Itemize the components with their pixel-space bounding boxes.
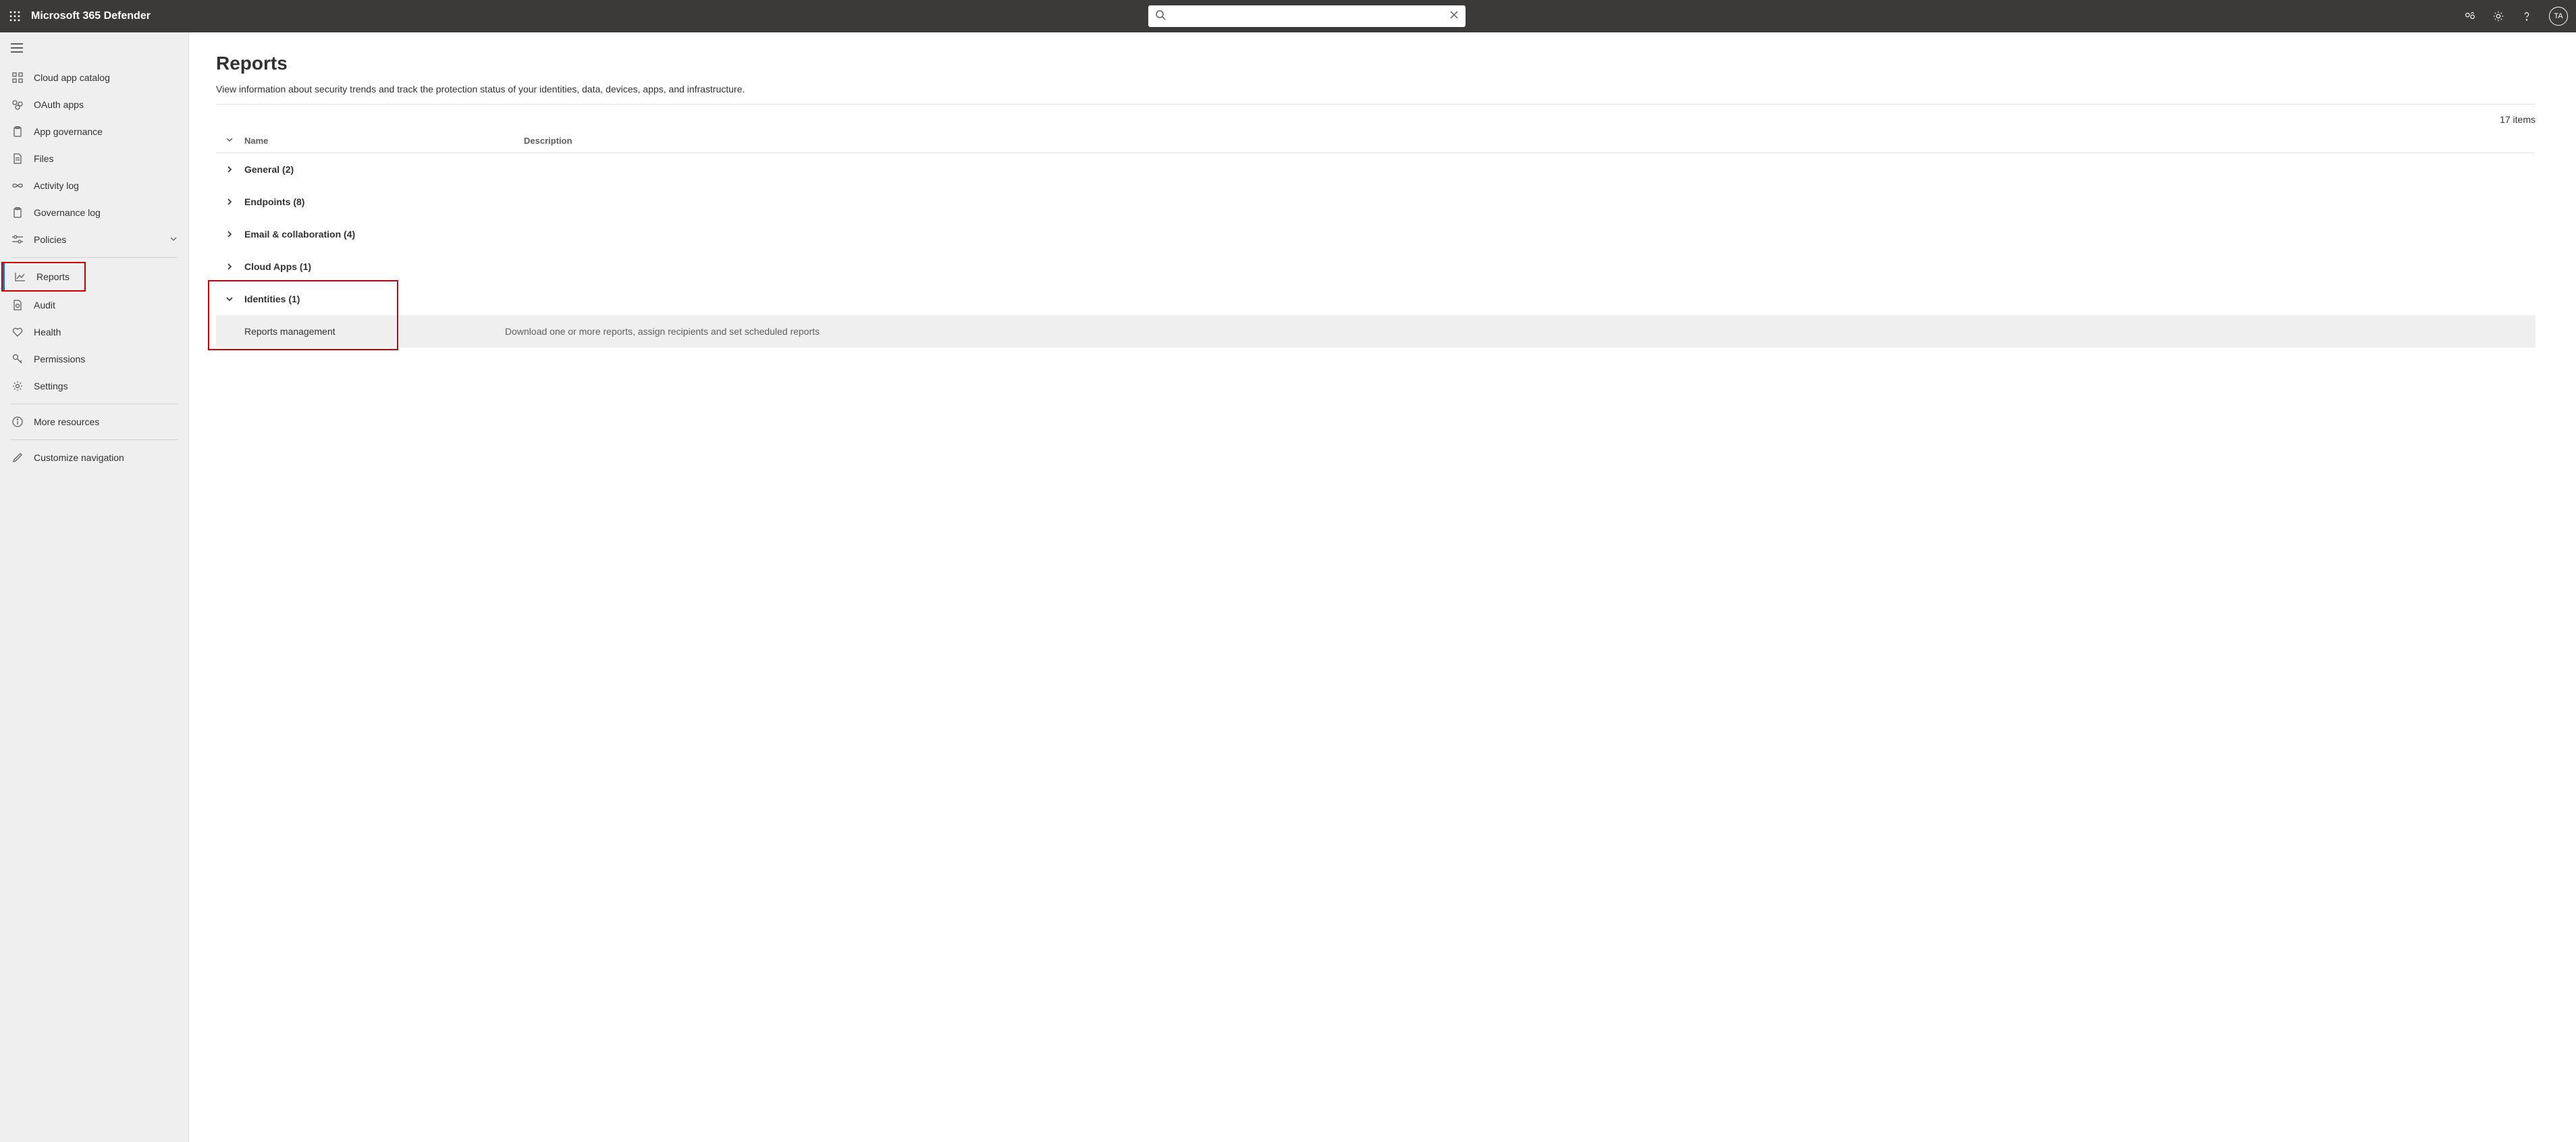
app-title: Microsoft 365 Defender — [31, 10, 151, 22]
sidebar-item-label: More resources — [34, 416, 178, 427]
user-avatar[interactable]: TA — [2549, 7, 2568, 26]
infinity-icon — [11, 182, 24, 189]
sidebar-item-label: OAuth apps — [34, 99, 178, 110]
sidebar-item-label: Files — [34, 153, 178, 164]
sidebar-item-governance-log[interactable]: Governance log — [0, 199, 188, 226]
report-name: Reports management — [244, 326, 505, 337]
chevron-right-icon — [216, 165, 235, 173]
chevron-down-icon — [169, 234, 178, 245]
page-title: Reports — [216, 53, 2535, 74]
group-label: Cloud Apps (1) — [244, 261, 311, 272]
sidebar-item-more-resources[interactable]: More resources — [0, 408, 188, 435]
page-subtitle: View information about security trends a… — [216, 84, 2535, 105]
chevron-right-icon — [216, 263, 235, 271]
sidebar-item-label: Health — [34, 327, 178, 337]
search-input[interactable] — [1170, 11, 1445, 22]
group-row-cloud-apps[interactable]: Cloud Apps (1) — [216, 250, 2535, 283]
group-label: General (2) — [244, 164, 294, 175]
group-row-endpoints[interactable]: Endpoints (8) — [216, 186, 2535, 218]
chevron-down-icon[interactable] — [216, 136, 235, 146]
sidebar-item-label: Audit — [34, 300, 178, 310]
sidebar: Cloud app catalog OAuth apps App governa… — [0, 32, 189, 1142]
search-icon — [1155, 9, 1166, 24]
group-row-identities[interactable]: Identities (1) — [216, 283, 2535, 315]
group-label: Identities (1) — [244, 294, 300, 304]
file-icon — [11, 153, 24, 164]
top-header-bar: Microsoft 365 Defender TA — [0, 0, 2576, 32]
report-description: Download one or more reports, assign rec… — [505, 326, 2535, 337]
chevron-down-icon — [216, 295, 235, 303]
info-icon — [11, 416, 24, 427]
sidebar-item-policies[interactable]: Policies — [0, 226, 188, 253]
pencil-icon — [11, 452, 24, 463]
document-search-icon — [11, 300, 24, 310]
clipboard-icon — [11, 126, 24, 137]
table-header: Name Description — [216, 129, 2535, 153]
sliders-icon — [11, 235, 24, 244]
hamburger-icon[interactable] — [0, 38, 188, 64]
sidebar-item-settings[interactable]: Settings — [0, 373, 188, 400]
sidebar-item-activity-log[interactable]: Activity log — [0, 172, 188, 199]
chevron-right-icon — [216, 198, 235, 206]
close-icon[interactable] — [1449, 10, 1459, 23]
chevron-right-icon — [216, 230, 235, 238]
sidebar-item-label: Settings — [34, 381, 178, 391]
column-description[interactable]: Description — [524, 136, 2535, 146]
sidebar-item-health[interactable]: Health — [0, 319, 188, 346]
users-icon — [11, 99, 24, 110]
avatar-initials: TA — [2554, 12, 2562, 20]
community-icon[interactable] — [2464, 10, 2476, 22]
heart-icon — [11, 327, 24, 337]
help-icon[interactable] — [2521, 10, 2533, 22]
sidebar-item-label: Customize navigation — [34, 452, 178, 463]
gear-icon[interactable] — [2492, 10, 2504, 22]
clipboard-icon — [11, 207, 24, 218]
sidebar-item-permissions[interactable]: Permissions — [0, 346, 188, 373]
group-label: Endpoints (8) — [244, 196, 304, 207]
gear-icon — [11, 381, 24, 391]
group-label: Email & collaboration (4) — [244, 229, 355, 240]
sidebar-item-label: Governance log — [34, 207, 178, 218]
search-box[interactable] — [1148, 5, 1466, 27]
items-count: 17 items — [216, 105, 2535, 129]
sidebar-item-app-governance[interactable]: App governance — [0, 118, 188, 145]
sidebar-item-label: Cloud app catalog — [34, 72, 178, 83]
sidebar-item-customize-navigation[interactable]: Customize navigation — [0, 444, 188, 471]
sidebar-item-label: Policies — [34, 234, 160, 245]
divider — [11, 439, 178, 440]
divider — [11, 257, 178, 258]
report-row-reports-management[interactable]: Reports management Download one or more … — [216, 315, 2535, 348]
sidebar-item-label: Reports — [36, 271, 74, 282]
group-row-email-collaboration[interactable]: Email & collaboration (4) — [216, 218, 2535, 250]
sidebar-item-files[interactable]: Files — [0, 145, 188, 172]
sidebar-item-label: App governance — [34, 126, 178, 137]
column-name[interactable]: Name — [244, 136, 514, 146]
group-row-general[interactable]: General (2) — [216, 153, 2535, 186]
sidebar-item-label: Activity log — [34, 180, 178, 191]
sidebar-item-audit[interactable]: Audit — [0, 292, 188, 319]
sidebar-item-reports[interactable]: Reports — [3, 263, 84, 290]
main-content: Reports View information about security … — [189, 32, 2576, 1142]
app-launcher-icon[interactable] — [8, 9, 22, 23]
chart-icon — [14, 272, 27, 281]
sidebar-item-oauth-apps[interactable]: OAuth apps — [0, 91, 188, 118]
key-icon — [11, 354, 24, 364]
grid-icon — [11, 72, 24, 83]
sidebar-item-label: Permissions — [34, 354, 178, 364]
sidebar-item-cloud-app-catalog[interactable]: Cloud app catalog — [0, 64, 188, 91]
